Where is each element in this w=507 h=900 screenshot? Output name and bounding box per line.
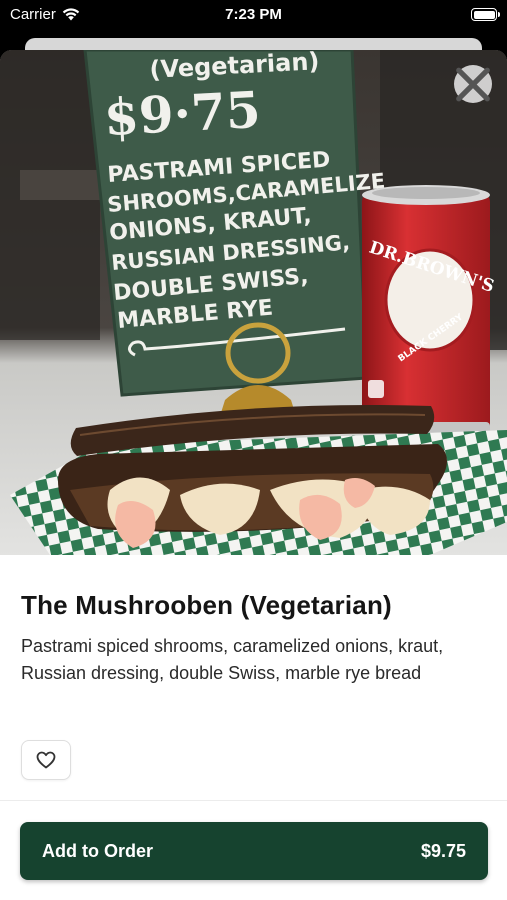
add-to-order-price: $9.75	[420, 840, 466, 861]
sandwich-photo-illustration: (Vegetarian) $9·75 PASTRAMI SPICED SHROO…	[0, 50, 507, 555]
item-title: The Mushrooben (Vegetarian)	[21, 590, 392, 620]
divider	[0, 800, 507, 801]
add-to-order-label: Add to Order	[42, 840, 153, 861]
item-info: The Mushrooben (Vegetarian) Pastrami spi…	[0, 555, 507, 687]
close-button[interactable]	[454, 65, 492, 103]
battery-icon	[471, 8, 500, 21]
favorite-button[interactable]	[21, 740, 71, 780]
status-time: 7:23 PM	[225, 6, 282, 23]
heart-icon	[36, 751, 56, 769]
item-photo: (Vegetarian) $9·75 PASTRAMI SPICED SHROO…	[0, 50, 507, 555]
item-description: Pastrami spiced shrooms, caramelized oni…	[21, 636, 444, 683]
add-to-order-button[interactable]: Add to Order $9.75	[20, 822, 488, 880]
status-bar: Carrier 7:23 PM	[0, 0, 507, 30]
board-price: $9·75	[103, 80, 262, 147]
item-detail-sheet: (Vegetarian) $9·75 PASTRAMI SPICED SHROO…	[0, 50, 507, 900]
close-icon	[456, 67, 490, 101]
